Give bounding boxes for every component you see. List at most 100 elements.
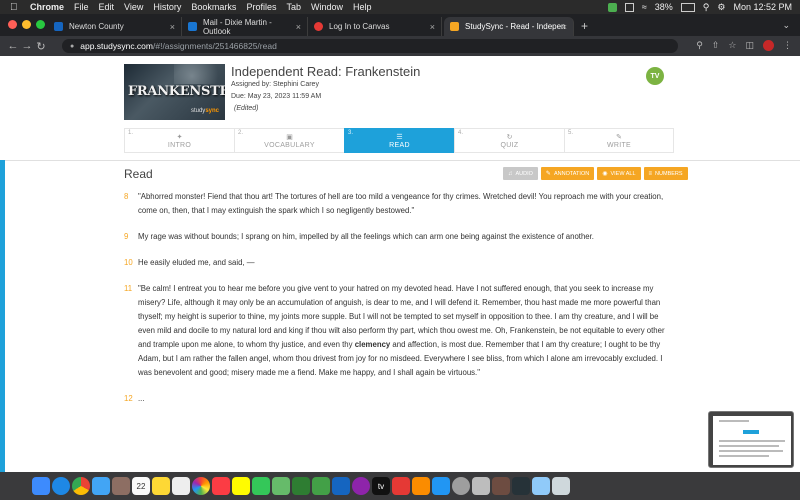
menu-history[interactable]: History <box>153 2 181 12</box>
app-store-icon[interactable] <box>432 477 450 495</box>
news-icon[interactable] <box>392 477 410 495</box>
zoom-window-button[interactable] <box>36 20 45 29</box>
screenshot-thumbnail[interactable] <box>708 411 794 468</box>
audio-button[interactable]: ♫ AUDIO <box>503 167 538 180</box>
photos-icon[interactable] <box>192 477 210 495</box>
snapchat-icon[interactable] <box>232 477 250 495</box>
amazon-music-icon[interactable] <box>512 477 530 495</box>
tab-outlook-mail[interactable]: Mail - Dixie Martin - Outlook × <box>182 17 308 36</box>
assignment-steps: 1. ✦ INTRO 2. ▣ VOCABULARY 3. ☰ READ 4. … <box>124 128 675 153</box>
facetime-icon[interactable] <box>292 477 310 495</box>
back-arrow-icon[interactable]: ← <box>6 40 20 52</box>
new-tab-button[interactable]: + <box>581 19 588 33</box>
wifi-icon[interactable]: ≈ <box>642 2 647 12</box>
numbers-button[interactable]: ≡ NUMBERS <box>643 167 688 180</box>
system-settings-icon[interactable] <box>452 477 470 495</box>
menu-tab[interactable]: Tab <box>286 2 301 12</box>
vocabulary-word[interactable]: clemency <box>355 340 391 349</box>
maps-icon[interactable] <box>272 477 290 495</box>
minecraft-icon[interactable] <box>492 477 510 495</box>
search-icon[interactable]: ⚲ <box>703 2 710 13</box>
notes-icon[interactable] <box>152 477 170 495</box>
close-window-button[interactable] <box>8 20 17 29</box>
safari-icon[interactable] <box>52 477 70 495</box>
header-divider <box>0 160 800 161</box>
address-bar[interactable]: ● app.studysync.com /#!/assignments/2514… <box>62 39 678 53</box>
reading-tools: ♫ AUDIO ✎ ANNOTATION ◉ VIEW ALL ≡ NUMBERS <box>503 167 688 180</box>
close-tab-icon[interactable]: × <box>170 22 175 32</box>
tab-newton-county[interactable]: Newton County × <box>48 17 182 36</box>
contacts-icon[interactable] <box>112 477 130 495</box>
minimize-window-button[interactable] <box>22 20 31 29</box>
preview-icon[interactable] <box>472 477 490 495</box>
paragraph-9[interactable]: 9 My rage was without bounds; I sprang o… <box>124 230 676 244</box>
app-status-icon[interactable] <box>607 2 617 12</box>
step-write[interactable]: 5. ✎ WRITE <box>564 128 674 153</box>
battery-icon[interactable] <box>680 2 695 12</box>
step-quiz[interactable]: 4. ↻ QUIZ <box>454 128 564 153</box>
downloads-icon[interactable] <box>532 477 550 495</box>
tab-studysync-read[interactable]: StudySync - Read - Independe × <box>444 17 574 36</box>
music-icon[interactable] <box>212 477 230 495</box>
view-all-button[interactable]: ◉ VIEW ALL <box>597 167 641 180</box>
studysync-favicon <box>450 22 459 31</box>
bookmark-star-icon[interactable]: ☆ <box>728 40 736 51</box>
zoom-search-icon[interactable]: ⚲ <box>696 40 703 51</box>
menu-app-name[interactable]: Chrome <box>30 2 64 12</box>
list-icon: ☰ <box>396 134 403 141</box>
assignment-header: FRANKENSTEIN studysync Independent Read:… <box>0 56 800 160</box>
profile-avatar[interactable] <box>763 40 774 51</box>
eye-icon: ◉ <box>602 171 608 177</box>
share-icon[interactable]: ⇧ <box>712 40 720 51</box>
tab-search-chevron-icon[interactable]: ⌄ <box>782 20 790 31</box>
mail-icon[interactable] <box>92 477 110 495</box>
paragraph-8[interactable]: 8 "Abhorred monster! Fiend that thou art… <box>124 190 676 218</box>
menu-edit[interactable]: Edit <box>99 2 115 12</box>
menubar-status-area: ≈ 38% ⚲ ⚙ Mon 12:52 PM <box>607 0 792 14</box>
user-avatar[interactable]: TV <box>646 67 664 85</box>
tab-canvas-login[interactable]: Log In to Canvas × <box>308 17 442 36</box>
trash-icon[interactable] <box>552 477 570 495</box>
paragraph-text: My rage was without bounds; I sprang on … <box>138 232 594 241</box>
keynote-icon[interactable] <box>332 477 350 495</box>
forward-arrow-icon[interactable]: → <box>20 40 34 52</box>
menu-file[interactable]: File <box>74 2 89 12</box>
paragraph-12[interactable]: 12 ... <box>124 392 676 406</box>
messages-icon[interactable] <box>252 477 270 495</box>
calendar-icon[interactable]: 22 <box>132 477 150 495</box>
reading-passage: 8 "Abhorred monster! Fiend that thou art… <box>124 190 676 418</box>
annotation-button[interactable]: ✎ ANNOTATION <box>540 167 595 180</box>
apple-menu-icon[interactable]:  <box>10 2 22 13</box>
tv-icon[interactable]: tv <box>372 477 390 495</box>
menu-view[interactable]: View <box>124 2 143 12</box>
url-path: /#!/assignments/251466825/read <box>153 41 277 51</box>
paragraph-11[interactable]: 11 "Be calm! I entreat you to hear me be… <box>124 282 676 380</box>
step-read[interactable]: 3. ☰ READ <box>344 128 454 153</box>
reload-icon[interactable]: ↻ <box>34 40 48 53</box>
chrome-icon[interactable] <box>72 477 90 495</box>
step-vocabulary[interactable]: 2. ▣ VOCABULARY <box>234 128 344 153</box>
menu-bookmarks[interactable]: Bookmarks <box>191 2 236 12</box>
close-tab-icon[interactable]: × <box>296 22 301 32</box>
menu-profiles[interactable]: Profiles <box>246 2 276 12</box>
side-panel-icon[interactable]: ◫ <box>745 40 754 51</box>
lock-icon[interactable]: ● <box>70 43 74 50</box>
tab-label: Newton County <box>69 22 124 31</box>
menu-help[interactable]: Help <box>353 2 372 12</box>
paragraph-text: ... <box>138 394 145 403</box>
podcasts-icon[interactable] <box>352 477 370 495</box>
close-tab-icon[interactable]: × <box>430 22 435 32</box>
menubar-clock[interactable]: Mon 12:52 PM <box>733 2 792 12</box>
step-intro[interactable]: 1. ✦ INTRO <box>124 128 234 153</box>
finder-icon[interactable] <box>32 477 50 495</box>
pencil-icon: ✎ <box>545 171 551 177</box>
reminders-icon[interactable] <box>172 477 190 495</box>
close-tab-icon[interactable]: × <box>562 22 567 32</box>
paragraph-10[interactable]: 10 He easily eluded me, and said, — <box>124 256 676 270</box>
more-menu-icon[interactable]: ⋮ <box>783 40 792 51</box>
screen-icon[interactable] <box>624 2 634 12</box>
numbers-app-icon[interactable] <box>312 477 330 495</box>
control-center-icon[interactable]: ⚙ <box>717 2 725 13</box>
pages-icon[interactable] <box>412 477 430 495</box>
menu-window[interactable]: Window <box>311 2 343 12</box>
